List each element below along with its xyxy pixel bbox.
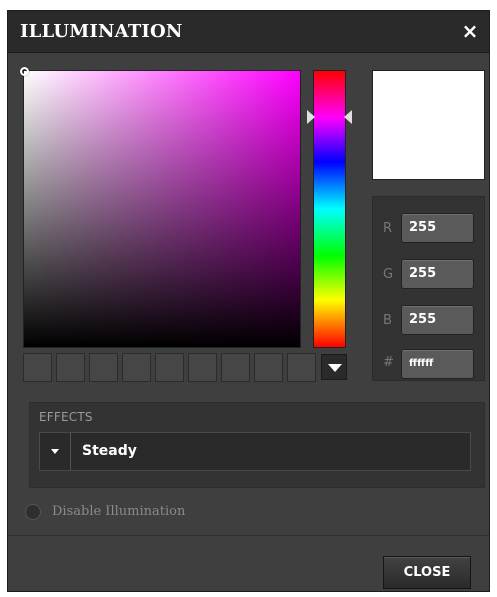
hue-slider-left-arrow-icon[interactable] [307, 110, 315, 125]
effects-panel: EFFECTS Steady [29, 402, 485, 488]
disable-illumination-label[interactable]: Disable Illumination [52, 504, 185, 519]
swatch-7[interactable] [221, 353, 250, 382]
blue-input[interactable]: 255 [401, 305, 474, 335]
blue-label: B [383, 313, 392, 328]
color-swatches [23, 353, 323, 383]
effects-select[interactable]: Steady [39, 432, 471, 471]
color-picker-handle[interactable] [20, 67, 29, 76]
color-preview [372, 70, 485, 180]
effects-selected-value: Steady [82, 443, 137, 459]
swatch-5[interactable] [155, 353, 184, 382]
red-input[interactable]: 255 [401, 213, 474, 243]
swatch-6[interactable] [188, 353, 217, 382]
close-icon[interactable]: × [457, 18, 483, 44]
swatch-dropdown-chevron-down-icon[interactable] [321, 354, 347, 380]
hue-slider[interactable] [313, 70, 346, 348]
disable-illumination-checkbox[interactable] [25, 504, 41, 520]
swatch-3[interactable] [89, 353, 118, 382]
effects-label: EFFECTS [39, 410, 93, 424]
green-label: G [383, 267, 394, 282]
swatch-1[interactable] [23, 353, 52, 382]
title-bar: ILLUMINATION × [8, 11, 489, 53]
swatch-2[interactable] [56, 353, 85, 382]
hex-input[interactable]: ffffff [401, 349, 474, 379]
red-label: R [383, 221, 393, 236]
disable-illumination-row[interactable]: Disable Illumination [25, 503, 285, 521]
hue-slider-right-arrow-icon[interactable] [344, 110, 352, 125]
rgb-panel: R 255 G 255 B 255 # ffffff [372, 196, 485, 381]
dropdown-arrow-icon[interactable] [40, 433, 71, 470]
swatch-8[interactable] [254, 353, 283, 382]
swatch-4[interactable] [122, 353, 151, 382]
illumination-dialog: ILLUMINATION × R 255 G 255 B 255 # fffff… [7, 10, 490, 592]
footer-divider [8, 535, 489, 536]
dialog-title: ILLUMINATION [20, 21, 183, 42]
hex-label: # [383, 355, 394, 370]
saturation-value-picker[interactable] [20, 67, 301, 348]
green-input[interactable]: 255 [401, 259, 474, 289]
swatch-9[interactable] [287, 353, 316, 382]
close-button[interactable]: CLOSE [383, 556, 471, 589]
